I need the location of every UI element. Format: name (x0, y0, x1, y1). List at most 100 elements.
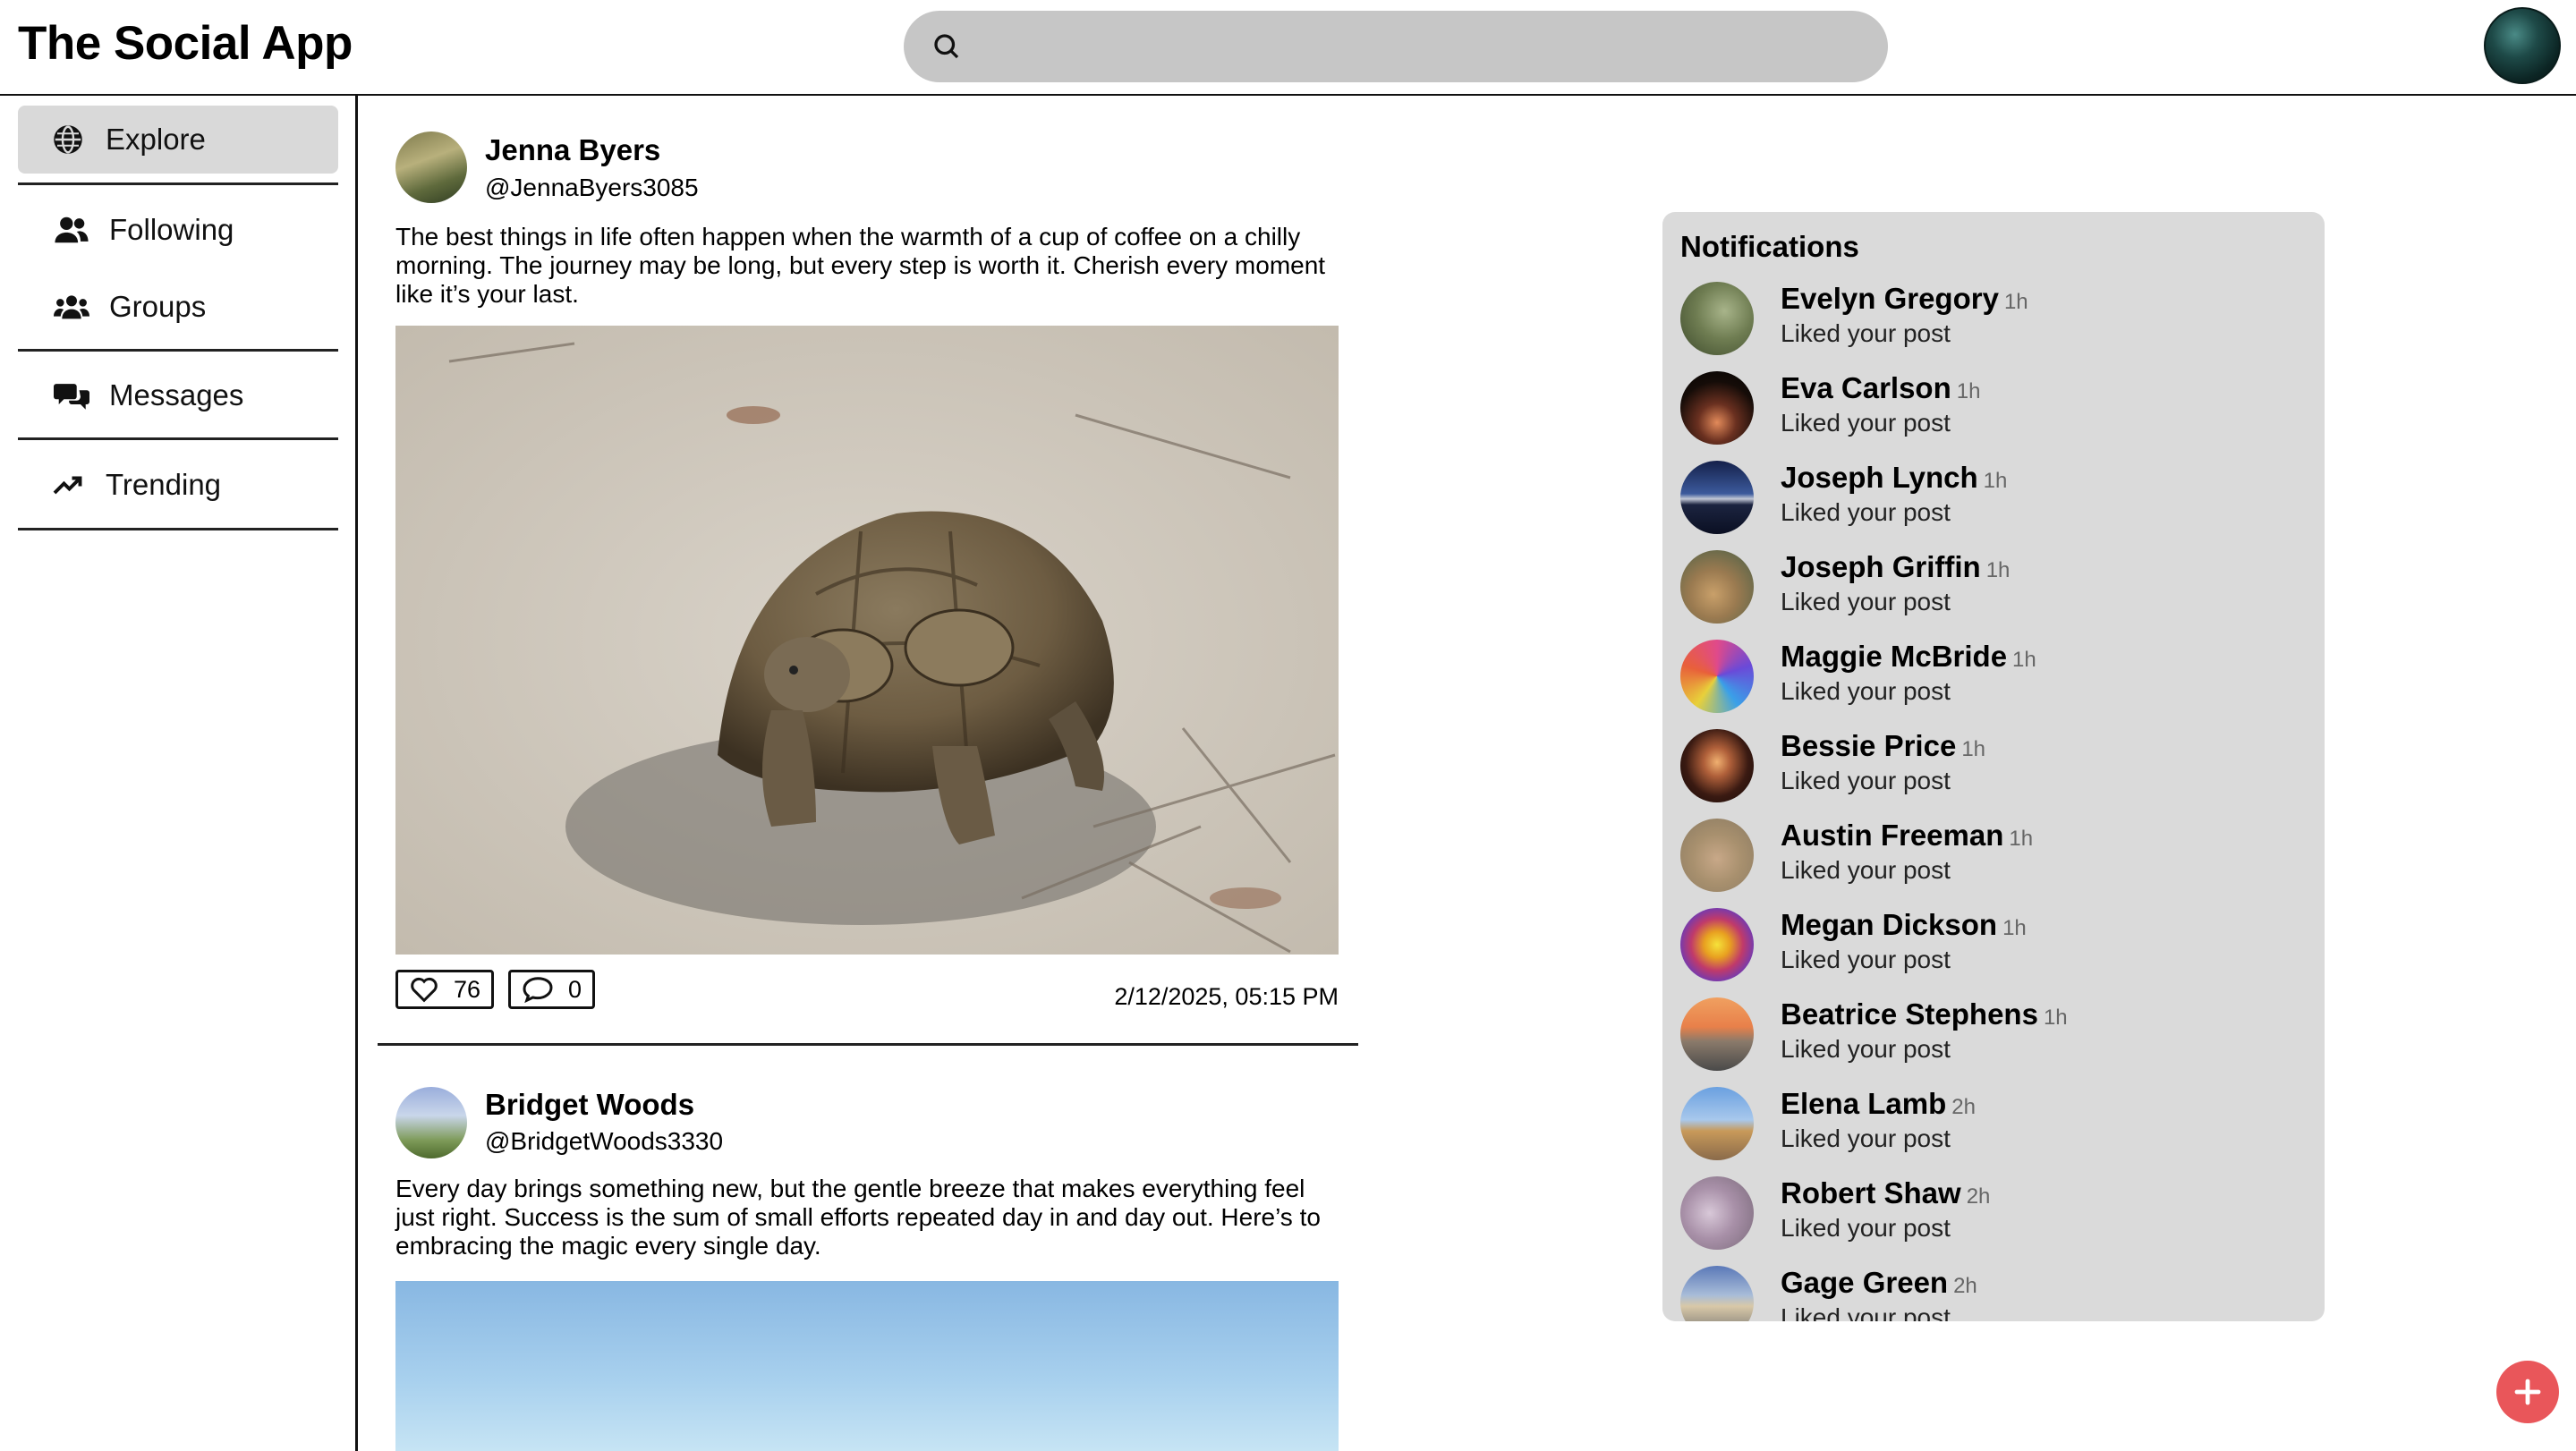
sidebar-item-label: Messages (109, 378, 244, 412)
sidebar-item-trending[interactable]: Trending (18, 451, 338, 519)
notification-item[interactable]: Megan Dickson 1h Liked your post (1680, 908, 2307, 997)
notification-time: 1h (2003, 290, 2028, 314)
post-image-sky[interactable] (395, 1281, 1339, 1451)
sidebar: Explore Following Groups Messages Trendi… (0, 96, 358, 1451)
author-avatar[interactable] (395, 132, 467, 203)
notification-avatar (1680, 997, 1754, 1071)
notification-time: 1h (1983, 469, 2008, 493)
notification-name: Elena Lamb (1781, 1087, 1947, 1120)
trending-icon (50, 467, 86, 503)
top-bar: The Social App (0, 0, 2576, 96)
notification-time: 1h (2043, 1006, 2068, 1030)
notification-name-row: Eva Carlson 1h (1781, 371, 1980, 405)
notification-avatar (1680, 461, 1754, 534)
notification-name-row: Bessie Price 1h (1781, 729, 1985, 763)
heart-icon (411, 977, 438, 1003)
notification-name: Joseph Lynch (1781, 461, 1978, 494)
sidebar-item-groups[interactable]: Groups (18, 273, 338, 341)
like-button[interactable]: 76 (395, 970, 495, 1009)
notification-avatar (1680, 1266, 1754, 1321)
notification-item[interactable]: Bessie Price 1h Liked your post (1680, 729, 2307, 819)
comment-icon (523, 977, 553, 1003)
comment-button[interactable]: 0 (508, 970, 596, 1009)
notification-time: 1h (1961, 737, 1986, 761)
notification-action: Liked your post (1781, 1124, 1951, 1152)
notification-avatar (1680, 819, 1754, 892)
notification-avatar (1680, 282, 1754, 355)
app-title: The Social App (18, 17, 353, 70)
notification-item[interactable]: Eva Carlson 1h Liked your post (1680, 371, 2307, 461)
create-post-button[interactable] (2496, 1361, 2559, 1423)
notification-action: Liked your post (1781, 588, 1951, 615)
notification-name: Joseph Griffin (1781, 550, 1981, 583)
notification-name: Maggie McBride (1781, 640, 2008, 673)
search-input[interactable] (975, 11, 1861, 82)
notification-time: 1h (1956, 379, 1981, 403)
notification-time: 1h (1985, 558, 2011, 582)
notification-action: Liked your post (1781, 856, 1951, 884)
search-icon (934, 34, 959, 59)
notification-name-row: Beatrice Stephens 1h (1781, 997, 2068, 1031)
notification-name: Beatrice Stephens (1781, 997, 2038, 1031)
notification-avatar (1680, 550, 1754, 624)
notification-name-row: Maggie McBride 1h (1781, 640, 2036, 674)
notification-item[interactable]: Maggie McBride 1h Liked your post (1680, 640, 2307, 729)
post-text: Every day brings something new, but the … (395, 1175, 1321, 1260)
notification-item[interactable]: Joseph Griffin 1h Liked your post (1680, 550, 2307, 640)
sidebar-item-explore[interactable]: Explore (18, 106, 338, 174)
author-avatar[interactable] (395, 1087, 467, 1158)
users-icon (54, 212, 89, 248)
notification-avatar (1680, 729, 1754, 802)
like-count: 76 (454, 975, 481, 1003)
notification-name-row: Megan Dickson 1h (1781, 908, 2027, 942)
notification-name: Megan Dickson (1781, 908, 1998, 941)
post-divider (378, 1043, 1358, 1046)
sidebar-item-messages[interactable]: Messages (18, 361, 338, 429)
post-author[interactable]: Bridget Woods (485, 1088, 694, 1122)
user-avatar[interactable] (2484, 7, 2561, 84)
notification-item[interactable]: Elena Lamb 2h Liked your post (1680, 1087, 2307, 1176)
notification-time: 2h (1951, 1095, 1976, 1119)
notification-action: Liked your post (1781, 767, 1951, 794)
notification-action: Liked your post (1781, 319, 1951, 347)
search-bar[interactable] (904, 11, 1888, 82)
notification-item[interactable]: Austin Freeman 1h Liked your post (1680, 819, 2307, 908)
notification-item[interactable]: Evelyn Gregory 1h Liked your post (1680, 282, 2307, 371)
sidebar-item-label: Explore (106, 123, 206, 156)
notification-name: Evelyn Gregory (1781, 282, 1999, 315)
post-handle[interactable]: @JennaByers3085 (485, 174, 699, 202)
notification-action: Liked your post (1781, 1303, 1951, 1321)
notification-avatar (1680, 1176, 1754, 1250)
notification-item[interactable]: Robert Shaw 2h Liked your post (1680, 1176, 2307, 1266)
globe-icon (50, 122, 86, 157)
notification-action: Liked your post (1781, 1035, 1951, 1063)
notification-action: Liked your post (1781, 1214, 1951, 1242)
divider (18, 349, 338, 352)
notification-time: 2h (1966, 1184, 1991, 1209)
notification-name: Eva Carlson (1781, 371, 1951, 404)
notification-item[interactable]: Joseph Lynch 1h Liked your post (1680, 461, 2307, 550)
notification-name: Gage Green (1781, 1266, 1949, 1299)
notification-action: Liked your post (1781, 677, 1951, 705)
sidebar-item-following[interactable]: Following (18, 196, 338, 264)
notification-item[interactable]: Beatrice Stephens 1h Liked your post (1680, 997, 2307, 1087)
notification-avatar (1680, 1087, 1754, 1160)
notification-item[interactable]: Gage Green 2h Liked your post (1680, 1266, 2307, 1321)
post-image-tortoise[interactable] (395, 326, 1339, 955)
notification-name-row: Robert Shaw 2h (1781, 1176, 1990, 1210)
notifications-title: Notifications (1680, 230, 1859, 263)
divider (18, 528, 338, 530)
notification-name: Robert Shaw (1781, 1176, 1961, 1209)
feed: Jenna Byers @JennaByers3085 The best thi… (376, 96, 1360, 1451)
notification-time: 1h (2009, 827, 2034, 851)
post-text: The best things in life often happen whe… (395, 223, 1326, 308)
post-author[interactable]: Jenna Byers (485, 133, 660, 167)
notification-time: 1h (2002, 916, 2027, 940)
plus-icon (2514, 1379, 2541, 1405)
post-timestamp: 2/12/2025, 05:15 PM (1114, 983, 1339, 1010)
notification-name-row: Austin Freeman 1h (1781, 819, 2033, 853)
sidebar-item-label: Following (109, 213, 234, 246)
post-handle[interactable]: @BridgetWoods3330 (485, 1127, 723, 1156)
comment-count: 0 (568, 975, 582, 1003)
divider (18, 437, 338, 440)
